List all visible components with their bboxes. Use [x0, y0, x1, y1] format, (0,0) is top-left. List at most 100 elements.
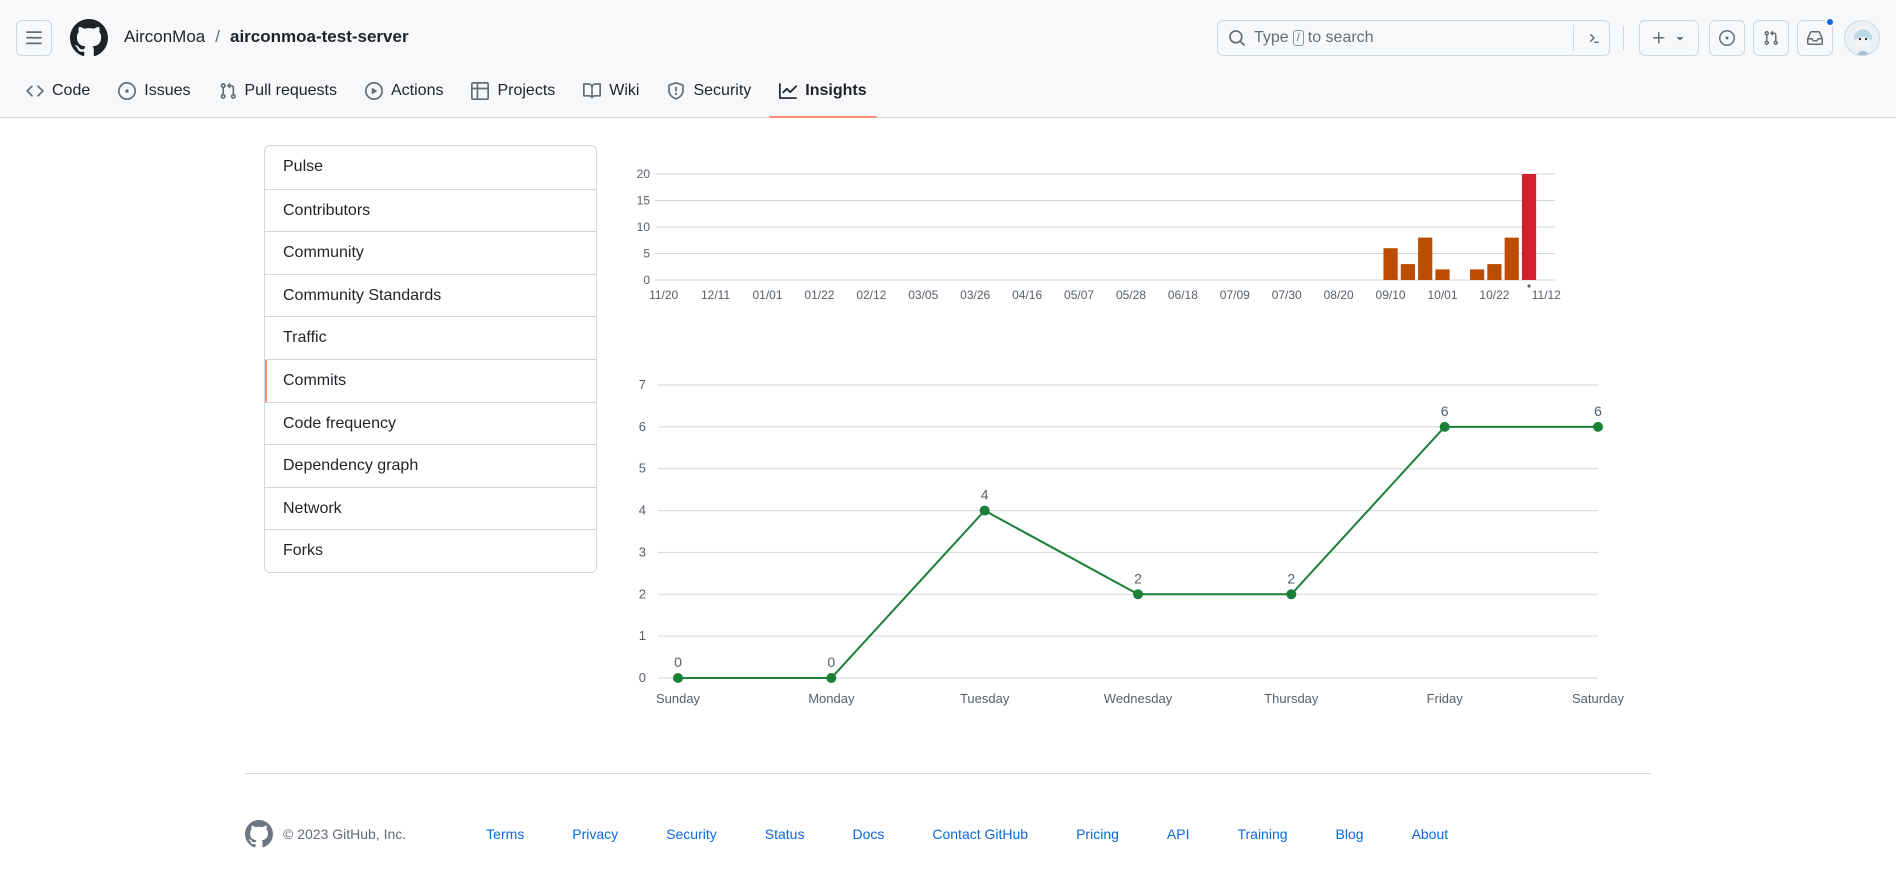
issue-icon — [118, 82, 137, 100]
line-chart-y-tick: 2 — [639, 586, 646, 601]
footer-link-status[interactable]: Status — [765, 826, 805, 842]
line-chart-y-tick: 7 — [639, 377, 646, 392]
footer-link-training[interactable]: Training — [1237, 826, 1287, 842]
search-icon — [1229, 30, 1245, 46]
bar-chart-x-tick: 08/20 — [1324, 288, 1354, 302]
footer-link-security[interactable]: Security — [666, 826, 717, 842]
line-chart-data-label: 2 — [1134, 570, 1142, 586]
tab-code[interactable]: Code — [16, 72, 100, 110]
shield-icon — [668, 82, 685, 100]
tab-label: Actions — [391, 82, 444, 99]
tab-insights[interactable]: Insights — [769, 72, 877, 118]
notification-indicator — [1825, 17, 1835, 27]
line-chart-x-tick: Sunday — [656, 691, 701, 706]
menu-button[interactable] — [16, 20, 52, 56]
footer-link-blog[interactable]: Blog — [1336, 826, 1364, 842]
search-input[interactable]: Type / to search — [1217, 20, 1610, 56]
line-chart-data-label: 4 — [981, 487, 989, 503]
current-week-marker — [1527, 284, 1531, 288]
bar-chart-x-tick: 12/11 — [701, 288, 730, 302]
footer-link-docs[interactable]: Docs — [852, 826, 884, 842]
line-chart-x-tick: Monday — [808, 691, 855, 706]
hamburger-icon — [26, 31, 42, 45]
tab-label: Projects — [497, 82, 556, 99]
menu-item-dependency-graph[interactable]: Dependency graph — [265, 444, 596, 487]
tab-security[interactable]: Security — [657, 72, 761, 110]
bar-chart-y-tick: 15 — [637, 194, 651, 208]
tab-label: Pull requests — [244, 82, 338, 99]
header-divider — [1623, 26, 1624, 50]
bar-chart-x-tick: 05/28 — [1116, 288, 1146, 302]
avatar[interactable] — [1844, 20, 1880, 56]
weekly-commits-bar-chart: 0 5 10 15 20 11/20 12/11 01/01 01/22 02/12 03/05 03… — [637, 167, 1562, 302]
menu-item-code-frequency[interactable]: Code frequency — [265, 401, 596, 445]
footer-link-about[interactable]: About — [1412, 826, 1449, 842]
daily-commits-line-chart: 0 1 2 3 4 5 6 7 0 0 4 2 2 6 6 Sunday Monday Tuesday Wednes… — [639, 377, 1625, 706]
bar-chart-bar — [1487, 264, 1502, 280]
issues-button[interactable] — [1709, 20, 1745, 56]
line-chart-y-tick: 5 — [639, 461, 646, 476]
issue-opened-icon — [1719, 30, 1735, 46]
line-chart-x-tick: Saturday — [1572, 691, 1625, 706]
graph-icon — [779, 83, 798, 99]
bar-chart-bar — [1418, 237, 1433, 280]
menu-item-network[interactable]: Network — [265, 486, 596, 530]
breadcrumb-owner[interactable]: AirconMoa — [124, 27, 205, 47]
bar-chart-bar — [1435, 269, 1450, 280]
breadcrumb: AirconMoa / airconmoa-test-server — [124, 27, 409, 47]
breadcrumb-separator: / — [215, 27, 220, 46]
pull-requests-button[interactable] — [1753, 20, 1789, 56]
footer-link-terms[interactable]: Terms — [486, 826, 524, 842]
bar-chart-y-tick: 10 — [637, 220, 651, 234]
menu-item-community[interactable]: Community — [265, 231, 596, 274]
footer-link-api[interactable]: API — [1167, 826, 1190, 842]
line-chart-y-tick: 6 — [639, 419, 646, 434]
menu-item-pulse[interactable]: Pulse — [265, 146, 596, 189]
create-new-button[interactable] — [1639, 20, 1699, 56]
tab-label: Issues — [144, 82, 191, 99]
tab-label: Code — [52, 82, 91, 99]
bar-chart-bar — [1383, 248, 1398, 280]
bar-chart-x-tick: 03/26 — [960, 288, 990, 302]
menu-item-forks[interactable]: Forks — [265, 529, 596, 572]
footer-copyright: © 2023 GitHub, Inc. — [283, 826, 407, 842]
tab-wiki[interactable]: Wiki — [573, 72, 649, 110]
tab-pull-requests[interactable]: Pull requests — [209, 72, 348, 110]
bar-chart-x-tick: 11/20 — [649, 288, 678, 302]
tab-issues[interactable]: Issues — [108, 72, 200, 110]
command-palette-button[interactable] — [1573, 25, 1609, 51]
menu-item-contributors[interactable]: Contributors — [265, 188, 596, 232]
breadcrumb-repo[interactable]: airconmoa-test-server — [230, 27, 409, 47]
line-chart-point — [1593, 421, 1603, 432]
search-placeholder-prefix: Type — [1254, 29, 1289, 46]
line-chart-x-tick: Friday — [1427, 691, 1464, 706]
footer-link-contact-github[interactable]: Contact GitHub — [932, 826, 1028, 842]
github-logo-icon[interactable] — [70, 19, 108, 57]
footer-link-pricing[interactable]: Pricing — [1076, 826, 1119, 842]
tab-label: Wiki — [609, 82, 640, 99]
footer-link-privacy[interactable]: Privacy — [572, 826, 618, 842]
book-icon — [583, 83, 602, 99]
tab-actions[interactable]: Actions — [355, 72, 453, 110]
menu-item-commits[interactable]: Commits — [265, 358, 596, 402]
github-mark-icon[interactable] — [245, 820, 273, 848]
line-chart-data-label: 6 — [1594, 403, 1602, 419]
tab-label: Insights — [805, 82, 867, 99]
user-avatar-icon — [1845, 21, 1879, 55]
tab-projects[interactable]: Projects — [461, 72, 565, 110]
bar-chart-x-tick: 01/01 — [752, 288, 782, 302]
bar-chart-x-tick: 02/12 — [856, 288, 886, 302]
menu-item-community-standards[interactable]: Community Standards — [265, 273, 596, 317]
bar-chart-x-tick: 03/05 — [908, 288, 938, 302]
inbox-icon — [1807, 31, 1823, 45]
line-chart-point — [1133, 589, 1143, 600]
play-icon — [365, 82, 383, 100]
pull-request-icon — [220, 82, 236, 99]
triangle-down-icon — [1676, 37, 1684, 41]
code-icon — [26, 85, 44, 97]
table-icon — [471, 82, 490, 100]
line-chart-x-tick: Thursday — [1264, 691, 1319, 706]
menu-item-traffic[interactable]: Traffic — [265, 316, 596, 359]
plus-icon — [1653, 32, 1665, 44]
bar-chart-x-tick: 09/10 — [1376, 288, 1406, 302]
